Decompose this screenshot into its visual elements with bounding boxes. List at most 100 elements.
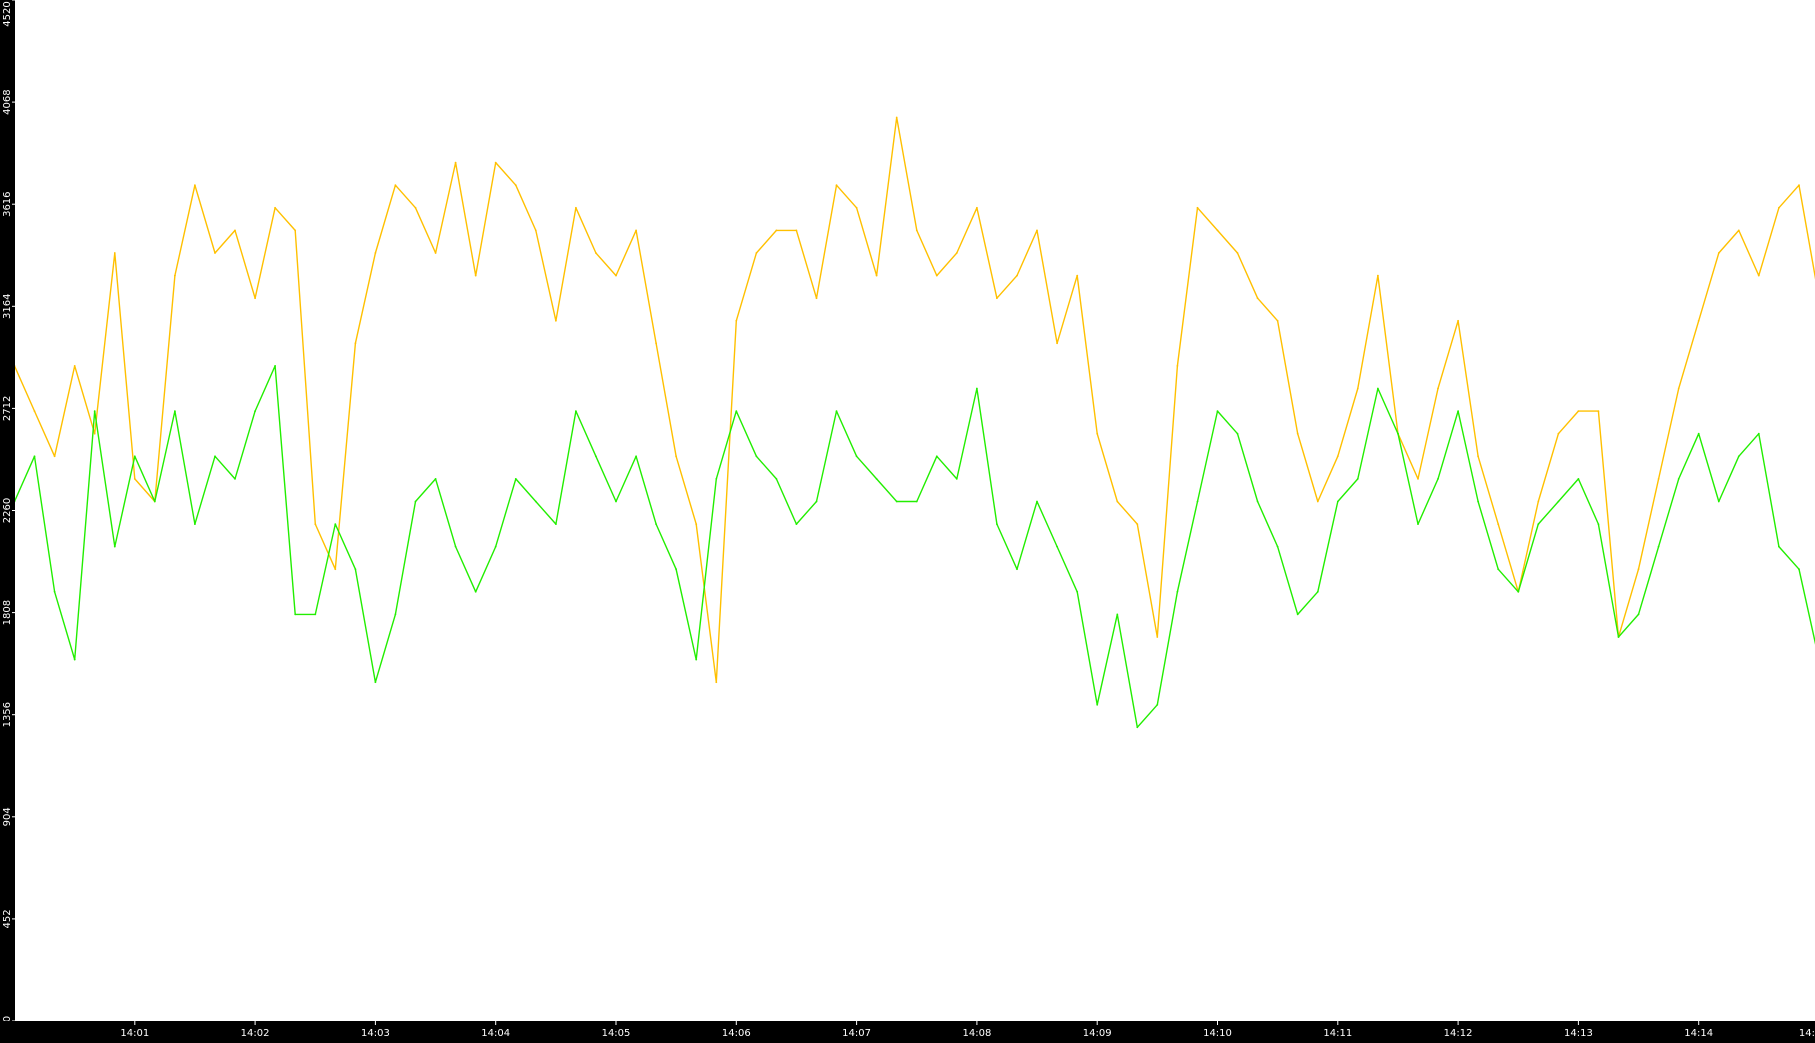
series-2-point	[1217, 410, 1219, 412]
x-tick-label: 14:02	[241, 1028, 270, 1039]
y-tick-label: 3616	[2, 191, 13, 216]
series-2-point	[1096, 704, 1098, 706]
series-1-point	[896, 117, 898, 119]
series-2-point	[1237, 433, 1239, 435]
series-1-point	[1337, 455, 1339, 457]
y-tick-label: 452	[2, 909, 13, 928]
series-2-point	[1257, 501, 1259, 503]
y-tick-label: 2712	[2, 396, 13, 421]
series-2-point	[1036, 501, 1038, 503]
series-1-point	[1136, 523, 1138, 525]
series-1-point	[515, 184, 517, 186]
series-2-point	[1638, 614, 1640, 616]
series-2-point	[34, 455, 36, 457]
series-2-point	[1417, 523, 1419, 525]
series-1-point	[1778, 207, 1780, 209]
series-2-point	[1297, 614, 1299, 616]
series-2-point	[515, 478, 517, 480]
series-1-point	[595, 252, 597, 254]
series-1-point	[1497, 523, 1499, 525]
series-1-point	[1678, 388, 1680, 390]
series-2-point	[956, 478, 958, 480]
y-tick-label: 2260	[2, 498, 13, 523]
x-tick-label: 14:14	[1684, 1028, 1713, 1039]
series-1-point	[355, 342, 357, 344]
series-1-point	[415, 207, 417, 209]
series-2-point	[154, 501, 156, 503]
series-2-point	[294, 614, 296, 616]
y-tick-label: 3164	[2, 294, 13, 319]
series-2-point	[1197, 501, 1199, 503]
series-1-point	[375, 252, 377, 254]
series-1-point	[1177, 365, 1179, 367]
series-1-point	[294, 230, 296, 232]
series-1-point	[334, 568, 336, 570]
series-2-point	[1578, 478, 1580, 480]
series-2-point	[54, 591, 56, 593]
series-1-point	[1277, 320, 1279, 322]
series-1-point	[1417, 478, 1419, 480]
x-tick-label: 14:06	[722, 1028, 751, 1039]
series-2-point	[615, 501, 617, 503]
series-1-point	[1377, 275, 1379, 277]
series-1-point	[34, 410, 36, 412]
series-1-point	[234, 230, 236, 232]
series-2-point	[1477, 501, 1479, 503]
series-1-point	[555, 320, 557, 322]
series-1-point	[395, 184, 397, 186]
series-2-point	[1558, 501, 1560, 503]
series-1-point	[1036, 230, 1038, 232]
series-2-point	[1457, 410, 1459, 412]
series-2-point	[976, 388, 978, 390]
series-1-point	[94, 433, 96, 435]
series-1-point	[1096, 433, 1098, 435]
x-axis: 14:0114:0214:0314:0414:0514:0614:0714:08…	[0, 1021, 1815, 1039]
x-tick-label: 14:	[1799, 1028, 1815, 1039]
series-2-point	[1397, 433, 1399, 435]
series-1-point	[675, 455, 677, 457]
series-2-point	[876, 478, 878, 480]
series-2-point	[695, 659, 697, 661]
x-tick-label: 14:11	[1323, 1028, 1352, 1039]
y-tick-label: 904	[2, 807, 13, 826]
series-1-point	[1156, 636, 1158, 638]
series-1-point	[1537, 501, 1539, 503]
series-1-point	[876, 275, 878, 277]
series-2-point	[94, 410, 96, 412]
series-2-point	[1277, 546, 1279, 548]
series-1-point	[715, 681, 717, 683]
series-2-point	[1136, 726, 1138, 728]
series-2-point	[1778, 546, 1780, 548]
series-2-point	[1116, 614, 1118, 616]
x-tick-label: 14:08	[962, 1028, 991, 1039]
series-2-point	[194, 523, 196, 525]
series-1-point	[1116, 501, 1118, 503]
x-tick-label: 14:07	[842, 1028, 871, 1039]
series-1-point	[435, 252, 437, 254]
series-2-point	[174, 410, 176, 412]
series-1-point	[1718, 252, 1720, 254]
series-1-point	[455, 162, 457, 164]
series-2-point	[1658, 546, 1660, 548]
series-2-point	[1798, 568, 1800, 570]
x-tick-label: 14:12	[1444, 1028, 1473, 1039]
series-1-point	[1076, 275, 1078, 277]
series-1-point	[1558, 433, 1560, 435]
series-2-point	[1156, 704, 1158, 706]
y-tick-label: 1356	[2, 702, 13, 727]
series-1-point	[1016, 275, 1018, 277]
series-2-point	[916, 501, 918, 503]
series-2-point	[214, 455, 216, 457]
series-2-point	[475, 591, 477, 593]
series-2-point	[74, 659, 76, 661]
series-1-point	[1357, 388, 1359, 390]
series-1-point	[695, 523, 697, 525]
x-tick-label: 14:13	[1564, 1028, 1593, 1039]
x-axis-band	[0, 1021, 1815, 1039]
series-2-point	[1758, 433, 1760, 435]
series-2-point	[375, 681, 377, 683]
series-1-point	[836, 184, 838, 186]
series-2-point	[1598, 523, 1600, 525]
series-2-point	[1016, 568, 1018, 570]
series-2-point	[936, 455, 938, 457]
